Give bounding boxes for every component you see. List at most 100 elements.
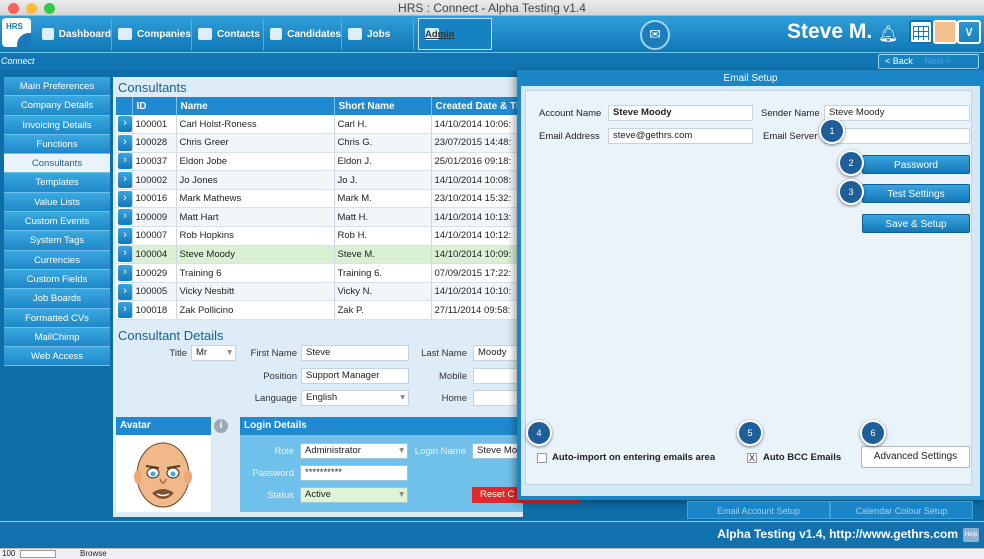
first-name-field[interactable]: Steve	[301, 345, 409, 361]
chevron-right-icon[interactable]: ›	[118, 116, 131, 133]
position-field[interactable]: Support Manager	[301, 368, 409, 384]
table-row[interactable]: › 100016 Mark Mathews Mark M. 23/10/2014 15:…	[116, 189, 522, 209]
chevron-right-icon[interactable]: ›	[118, 190, 131, 207]
avatar-image[interactable]	[116, 435, 211, 512]
nav-jobs[interactable]: Jobs	[342, 18, 414, 50]
row-open-cell[interactable]: ›	[116, 300, 133, 321]
login-name-field[interactable]: Steve Mo	[472, 443, 523, 459]
sidebar-item-currencies[interactable]: Currencies	[4, 250, 110, 270]
chevron-right-icon[interactable]: ›	[118, 134, 131, 151]
tab-calendar-colour-setup[interactable]: Calendar Colour Setup	[830, 501, 973, 519]
chevron-right-icon[interactable]: ›	[118, 209, 131, 226]
tab-email-account-setup[interactable]: Email Account Setup	[687, 501, 830, 519]
sidebar-item-custom-events[interactable]: Custom Events	[4, 212, 110, 232]
row-open-cell[interactable]: ›	[116, 282, 133, 302]
password-field[interactable]: **********	[300, 465, 408, 481]
home-phone-field[interactable]	[473, 390, 523, 406]
sender-name-field[interactable]: Steve Moody	[824, 105, 970, 121]
back-button[interactable]: < Back	[885, 56, 913, 66]
next-button[interactable]: Next >	[925, 56, 951, 66]
help-icon[interactable]: Help	[963, 528, 979, 542]
chevron-right-icon[interactable]: ›	[118, 265, 131, 282]
calendar-icon[interactable]	[909, 20, 933, 44]
table-row[interactable]: › 100002 Jo Jones Jo J. 14/10/2014 10:08:	[116, 170, 522, 190]
sidebar-item-value-lists[interactable]: Value Lists	[4, 192, 110, 213]
row-open-cell[interactable]: ›	[116, 170, 133, 190]
title-select[interactable]: Mr	[191, 345, 236, 361]
nav-contacts[interactable]: Contacts	[192, 18, 264, 50]
advanced-settings-button[interactable]: Advanced Settings	[861, 446, 970, 468]
account-name-label: Account Name	[539, 108, 602, 119]
last-name-field[interactable]: Moody	[473, 345, 523, 361]
test-settings-button[interactable]: Test Settings	[862, 184, 970, 203]
account-name-field[interactable]: Steve Moody	[608, 105, 753, 121]
password-button[interactable]: Password	[862, 155, 970, 174]
chevron-right-icon[interactable]: ›	[118, 283, 131, 300]
sidebar-item-invoicing-details[interactable]: Invoicing Details	[4, 115, 110, 135]
chevron-right-icon[interactable]: ›	[118, 246, 131, 263]
chevron-right-icon[interactable]: ›	[118, 172, 131, 189]
table-row[interactable]: › 100018 Zak Pollicino Zak P. 27/11/2014 09:…	[116, 300, 522, 321]
table-row[interactable]: › 100007 Rob Hopkins Rob H. 14/10/2014 10:12…	[116, 226, 522, 246]
table-row[interactable]: › 100001 Carl Holst-Roness Carl H. 14/10/201…	[116, 115, 522, 135]
breadcrumb: Connect	[1, 56, 35, 66]
status-select[interactable]: Active	[300, 487, 408, 503]
mail-icon[interactable]: ✉	[640, 20, 670, 50]
table-row[interactable]: › 100005 Vicky Nesbitt Vicky N. 14/10/2014 1…	[116, 282, 522, 302]
sidebar-item-main-preferences[interactable]: Main Preferences	[4, 77, 110, 97]
column-header-name[interactable]: Name	[176, 97, 335, 115]
row-open-cell[interactable]: ›	[116, 263, 133, 283]
sidebar-item-functions[interactable]: Functions	[4, 134, 110, 155]
sidebar-item-mailchimp[interactable]: MailChimp	[4, 327, 110, 348]
nav-dashboard[interactable]: Dashboard	[36, 18, 112, 50]
table-row[interactable]: › 100009 Matt Hart Matt H. 14/10/2014 10:13:	[116, 207, 522, 228]
sidebar-item-consultants[interactable]: Consultants	[4, 154, 110, 174]
column-header-created[interactable]: Created Date & Time	[431, 97, 522, 115]
info-icon[interactable]: i	[214, 419, 228, 433]
sidebar-item-templates[interactable]: Templates	[4, 173, 110, 193]
chevron-right-icon[interactable]: ›	[118, 302, 131, 319]
sidebar-item-company-details[interactable]: Company Details	[4, 96, 110, 116]
sidebar-item-job-boards[interactable]: Job Boards	[4, 289, 110, 309]
language-select[interactable]: English	[301, 390, 409, 406]
row-open-cell[interactable]: ›	[116, 245, 133, 265]
chevron-right-icon[interactable]: ›	[118, 153, 131, 170]
sidebar-item-system-tags[interactable]: System Tags	[4, 231, 110, 251]
auto-bcc-checkbox[interactable]: X	[747, 453, 757, 463]
table-row[interactable]: › 100037 Eldon Jobe Eldon J. 25/01/2016 09:1…	[116, 152, 522, 172]
chevron-right-icon[interactable]: ›	[118, 227, 131, 244]
last-name-label: Last Name	[421, 348, 467, 359]
row-open-cell[interactable]: ›	[116, 226, 133, 246]
zoom-level[interactable]: 100	[2, 549, 15, 558]
table-row-selected[interactable]: › 100004 Steve Moody Steve M. 14/10/2014 10:…	[116, 245, 522, 265]
chevron-down-icon[interactable]: ∨	[957, 20, 981, 44]
zoom-controls[interactable]	[20, 550, 56, 558]
mobile-field[interactable]	[473, 368, 523, 384]
mode-label[interactable]: Browse	[80, 549, 107, 558]
sidebar-item-web-access[interactable]: Web Access	[4, 347, 110, 367]
row-open-cell[interactable]: ›	[116, 115, 133, 135]
back-next-control[interactable]: < Back Next >	[878, 54, 979, 69]
email-address-field[interactable]: steve@gethrs.com	[608, 128, 753, 144]
email-server-field[interactable]	[824, 128, 970, 144]
role-select[interactable]: Administrator	[300, 443, 408, 459]
bell-icon[interactable]: 🔔︎	[878, 24, 898, 44]
callout-badge-2: 2	[838, 150, 864, 176]
row-open-cell[interactable]: ›	[116, 152, 133, 172]
table-row[interactable]: › 100029 Training 6 Training 6. 07/09/2015 1…	[116, 263, 522, 283]
hrs-logo[interactable]: HRS	[2, 18, 31, 47]
auto-import-checkbox[interactable]	[537, 453, 547, 463]
column-header-id[interactable]: ID	[132, 97, 177, 115]
user-avatar[interactable]	[933, 20, 957, 44]
row-open-cell[interactable]: ›	[116, 133, 133, 153]
nav-admin[interactable]: Admin	[418, 18, 492, 50]
nav-candidates[interactable]: Candidates	[264, 18, 342, 50]
row-open-cell[interactable]: ›	[116, 189, 133, 209]
table-row[interactable]: › 100028 Chris Greer Chris G. 23/07/2015 14:…	[116, 133, 522, 153]
nav-companies[interactable]: Companies	[112, 18, 192, 50]
row-open-cell[interactable]: ›	[116, 207, 133, 228]
sidebar-item-custom-fields[interactable]: Custom Fields	[4, 269, 110, 290]
column-header-short-name[interactable]: Short Name	[334, 97, 432, 115]
sidebar-item-formatted-cvs[interactable]: Formatted CVs	[4, 308, 110, 328]
save-setup-button[interactable]: Save & Setup	[862, 214, 970, 233]
